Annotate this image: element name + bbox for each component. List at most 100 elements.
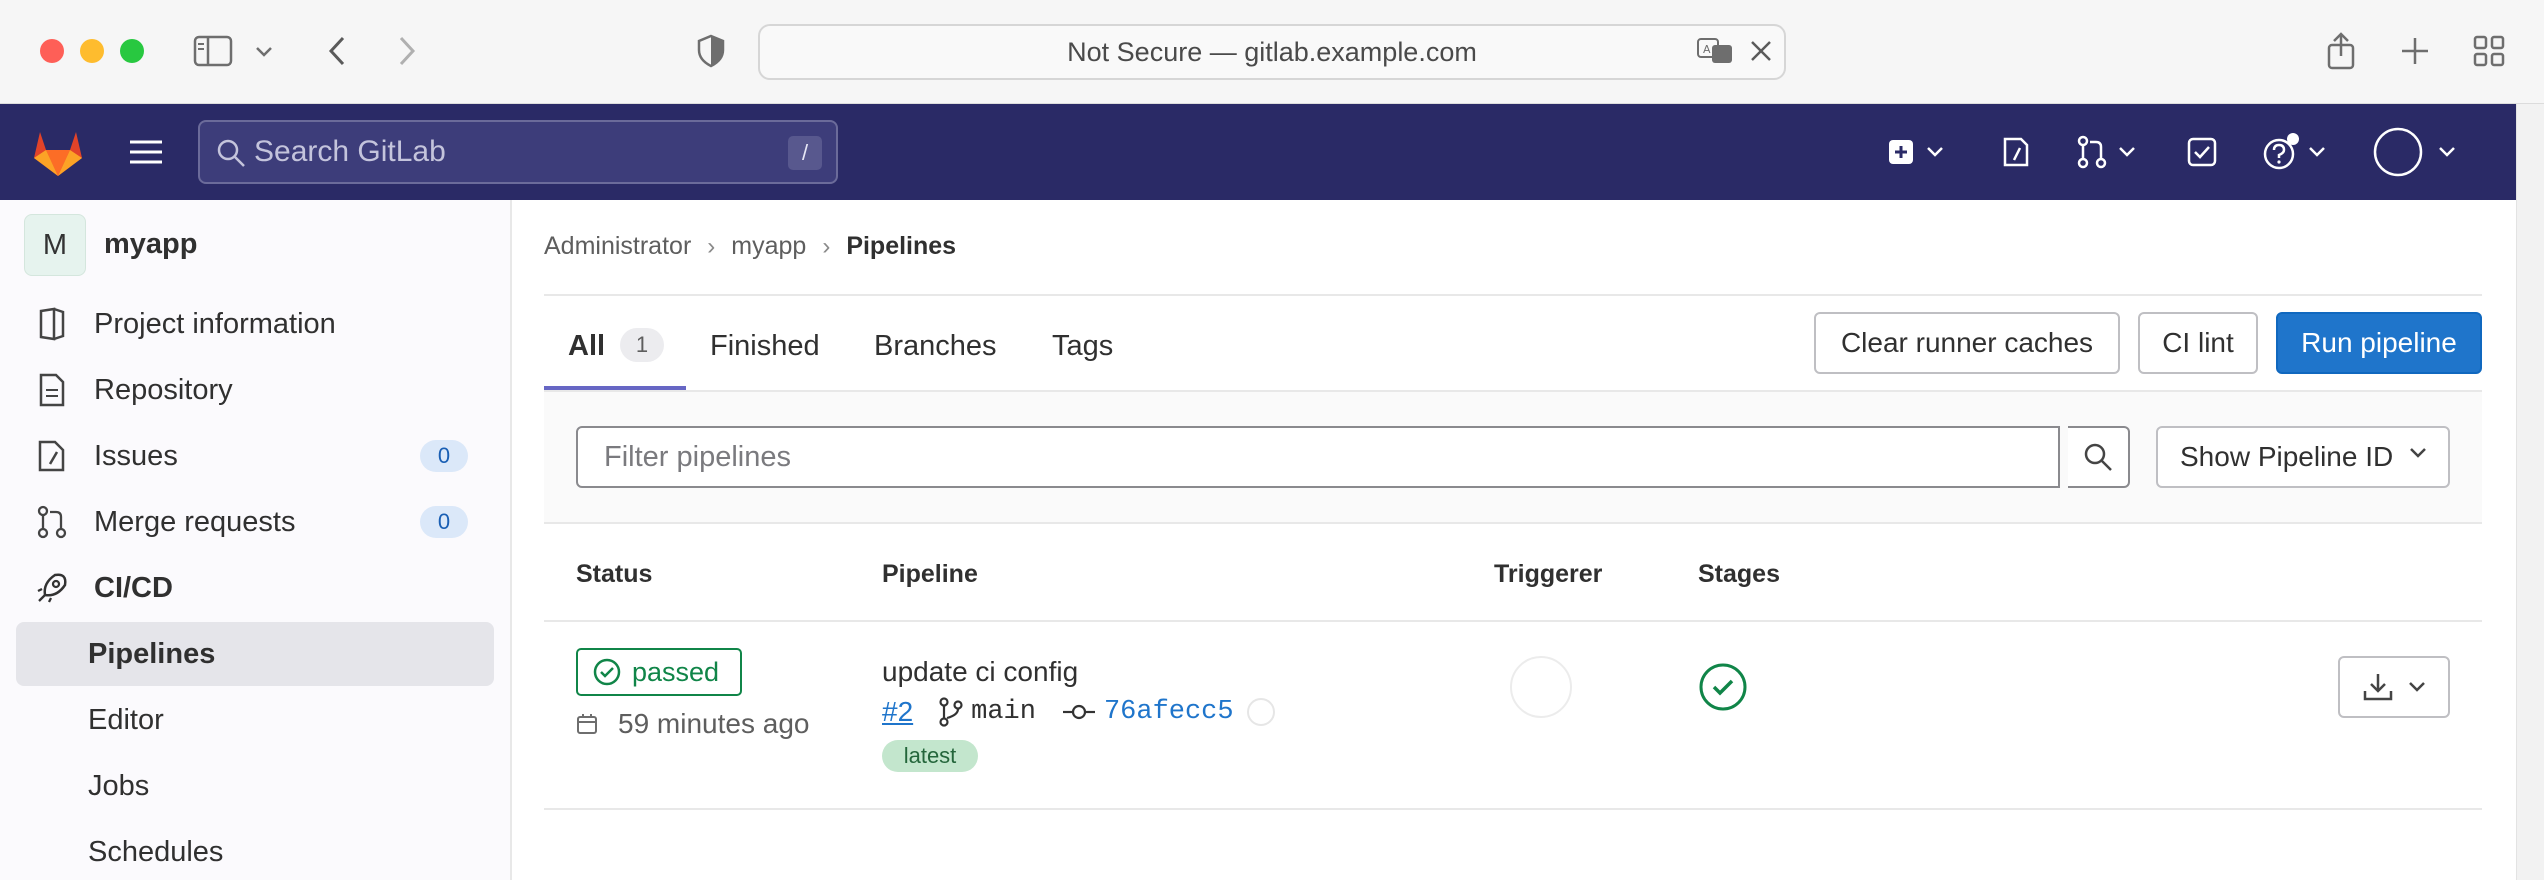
minimize-window-button[interactable] xyxy=(80,39,104,63)
pipeline-time: 59 minutes ago xyxy=(576,708,809,740)
commit-icon xyxy=(1062,704,1095,720)
gitlab-top-nav: Search GitLab / xyxy=(0,104,2516,200)
tab-overview-icon[interactable] xyxy=(2468,30,2510,72)
sidebar-item-schedules[interactable]: Schedules xyxy=(16,820,494,884)
project-info-icon xyxy=(32,304,72,344)
check-circle-icon xyxy=(593,658,621,686)
chevron-down-icon xyxy=(2410,448,2426,458)
column-header-pipeline: Pipeline xyxy=(882,560,978,588)
breadcrumb-administrator[interactable]: Administrator xyxy=(544,232,691,261)
tab-tags[interactable]: Tags xyxy=(1052,330,1113,363)
breadcrumb-pipelines[interactable]: Pipelines xyxy=(846,232,956,261)
merge-requests-count-badge: 0 xyxy=(420,506,468,538)
filter-bar: Filter pipelines Show Pipeline ID xyxy=(544,392,2482,524)
browser-toolbar: Not Secure — gitlab.example.com A xyxy=(0,0,2544,104)
merge-requests-dropdown[interactable] xyxy=(2076,130,2136,174)
commit-author-avatar xyxy=(1246,698,1275,726)
chevron-down-icon xyxy=(2119,147,2135,157)
sidebar-item-label: Repository xyxy=(94,373,233,406)
rocket-icon xyxy=(32,568,72,608)
todo-icon[interactable] xyxy=(2186,130,2218,174)
chevron-down-icon xyxy=(2409,682,2425,692)
sidebar-item-merge-requests[interactable]: Merge requests 0 xyxy=(16,490,494,554)
commit-sha-link[interactable]: 76afecc5 xyxy=(1104,697,1234,727)
zoom-window-button[interactable] xyxy=(120,39,144,63)
sidebar-item-project-information[interactable]: Project information xyxy=(16,292,494,356)
chevron-down-icon[interactable] xyxy=(248,30,280,72)
download-icon xyxy=(2363,674,2393,701)
forward-arrow-icon[interactable] xyxy=(386,30,428,72)
search-icon xyxy=(216,138,246,173)
download-artifacts-dropdown[interactable] xyxy=(2338,656,2450,718)
merge-request-icon xyxy=(32,502,72,542)
sidebar-item-label: Jobs xyxy=(88,769,150,802)
sidebar-item-label: CI/CD xyxy=(94,571,173,604)
chevron-down-icon xyxy=(2439,147,2455,157)
translate-icon[interactable]: A xyxy=(1694,30,1736,72)
triggerer-avatar[interactable] xyxy=(1510,656,1572,718)
menu-icon[interactable] xyxy=(124,130,168,174)
sidebar-item-label: Issues xyxy=(94,439,178,472)
sidebar-item-label: Schedules xyxy=(88,835,224,868)
pipeline-id-link[interactable]: #2 xyxy=(882,696,913,728)
search-icon xyxy=(2084,443,2112,471)
gitlab-logo-icon[interactable] xyxy=(28,122,88,182)
sidebar-item-cicd[interactable]: CI/CD xyxy=(16,556,494,620)
dropdown-label: Show Pipeline ID xyxy=(2180,441,2394,472)
tab-branches[interactable]: Branches xyxy=(874,330,997,363)
tab-finished[interactable]: Finished xyxy=(710,330,820,363)
sidebar-toggle-icon[interactable] xyxy=(192,30,234,72)
status-text: passed xyxy=(632,656,720,687)
run-pipeline-button[interactable]: Run pipeline xyxy=(2276,312,2482,374)
show-pipeline-id-dropdown[interactable]: Show Pipeline ID xyxy=(2156,426,2450,488)
pipeline-meta: #2 main 76afecc5 xyxy=(882,696,1276,728)
search-placeholder: Search GitLab xyxy=(254,135,446,168)
clear-url-icon[interactable] xyxy=(1740,30,1782,72)
tab-all[interactable]: All xyxy=(568,330,605,363)
page-scrollbar[interactable] xyxy=(2516,104,2544,880)
filter-pipelines-input[interactable]: Filter pipelines xyxy=(576,426,2060,488)
sidebar-item-label: Project information xyxy=(94,307,336,340)
create-new-dropdown[interactable] xyxy=(1886,130,1944,174)
sidebar-item-jobs[interactable]: Jobs xyxy=(16,754,494,818)
search-shortcut-key: / xyxy=(788,136,822,170)
chevron-down-icon xyxy=(1927,147,1943,157)
breadcrumb-separator-icon: › xyxy=(822,232,831,260)
status-badge[interactable]: passed xyxy=(576,648,742,696)
issues-nav-icon[interactable] xyxy=(2000,130,2032,174)
svg-text:A: A xyxy=(1703,43,1711,56)
filter-placeholder: Filter pipelines xyxy=(604,440,791,473)
address-bar[interactable]: Not Secure — gitlab.example.com xyxy=(758,24,1786,80)
sidebar-item-pipelines[interactable]: Pipelines xyxy=(16,622,494,686)
breadcrumb: Administrator › myapp › Pipelines xyxy=(544,232,956,261)
clear-runner-caches-button[interactable]: Clear runner caches xyxy=(1814,312,2120,374)
new-tab-icon[interactable] xyxy=(2394,30,2436,72)
help-dropdown[interactable] xyxy=(2262,130,2326,174)
stage-passed-icon[interactable] xyxy=(1698,662,1748,712)
document-icon xyxy=(32,370,72,410)
filter-search-button[interactable] xyxy=(2068,426,2130,488)
ci-lint-button[interactable]: CI lint xyxy=(2138,312,2258,374)
sidebar-item-repository[interactable]: Repository xyxy=(16,358,494,422)
breadcrumb-myapp[interactable]: myapp xyxy=(731,232,806,261)
sidebar-item-label: Merge requests xyxy=(94,505,296,538)
back-arrow-icon[interactable] xyxy=(316,30,358,72)
sidebar-item-label: Editor xyxy=(88,703,164,736)
close-window-button[interactable] xyxy=(40,39,64,63)
branch-icon xyxy=(939,697,963,727)
url-text: Not Secure — gitlab.example.com xyxy=(1067,36,1477,67)
latest-badge: latest xyxy=(882,740,978,772)
share-icon[interactable] xyxy=(2320,30,2362,72)
user-menu-dropdown[interactable] xyxy=(2372,126,2456,178)
search-gitlab-input[interactable]: Search GitLab / xyxy=(198,120,838,184)
privacy-shield-icon[interactable] xyxy=(690,30,732,72)
divider xyxy=(544,620,2482,622)
project-avatar[interactable]: M xyxy=(24,214,86,276)
column-header-status: Status xyxy=(576,560,653,588)
project-name[interactable]: myapp xyxy=(104,228,197,261)
sidebar-item-issues[interactable]: Issues 0 xyxy=(16,424,494,488)
branch-name[interactable]: main xyxy=(971,697,1036,727)
pipeline-commit-title[interactable]: update ci config xyxy=(882,656,1078,688)
sidebar-item-editor[interactable]: Editor xyxy=(16,688,494,752)
time-ago-text: 59 minutes ago xyxy=(618,708,810,739)
